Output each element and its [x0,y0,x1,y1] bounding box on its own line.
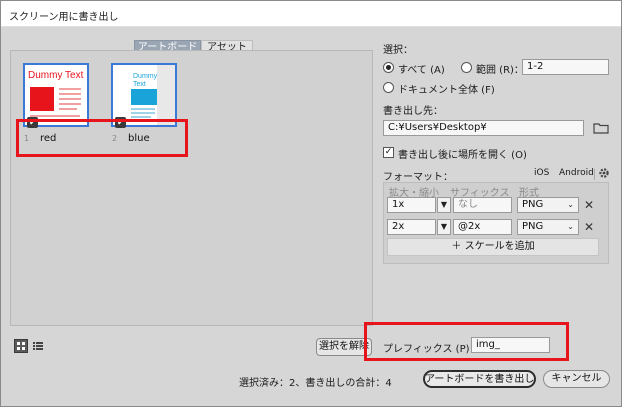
folder-icon[interactable] [593,122,609,134]
export-path-input[interactable]: C:¥Users¥Desktop¥ [383,120,584,136]
window-title: スクリーン用に書き出し [9,12,119,23]
format-select[interactable]: PNG ⌄ [517,197,579,213]
blue-artboard-preview: Dummy Text [113,65,175,125]
open-after-export-label[interactable]: 書き出し後に場所を開く (O) [398,146,527,161]
prefix-input[interactable]: img_ [471,337,550,353]
chevron-down-icon: ⌄ [567,200,574,209]
chevron-down-icon: ⌄ [567,222,574,231]
title-bar: スクリーン用に書き出し [1,1,621,27]
grid-view-icon[interactable] [14,339,28,353]
thumb-heading-line2: Text [133,81,146,88]
highlight-box-artboard-names [16,119,188,157]
radio-all[interactable] [383,62,394,73]
format-select-value: PNG [522,221,544,232]
radio-whole-document[interactable] [383,82,394,93]
scale-dropdown-icon[interactable]: ▼ [437,219,451,235]
gear-icon[interactable] [598,167,610,179]
prefix-label: プレフィックス (P)： [383,344,480,355]
export-for-screens-dialog: スクリーン用に書き出し アートボード アセット Dummy Text ✔ 1 r… [0,0,622,407]
list-view-icon[interactable] [31,339,45,353]
export-status: 選択済み：2、書き出しの合計：4 [239,378,392,389]
thumb-heading: Dummy Text [28,70,84,81]
export-artboards-button[interactable]: アートボードを書き出し [423,370,536,388]
radio-range[interactable] [461,62,472,73]
cancel-button[interactable]: キャンセル [543,370,610,388]
add-scale-button[interactable]: ＋ スケールを追加 [387,238,599,256]
ios-preset[interactable]: iOS [534,168,549,178]
divider [594,169,595,180]
selection-heading: 選択： [383,45,413,56]
radio-whole-document-label[interactable]: ドキュメント全体 (F) [398,81,495,96]
thumb-heading-line1: Dummy [133,73,158,80]
remove-scale-icon[interactable]: ✕ [584,198,594,212]
suffix-input[interactable]: なし [453,197,512,213]
format-select-value: PNG [522,199,544,210]
suffix-input[interactable]: @2x [453,219,512,235]
export-to-heading: 書き出し先： [383,106,443,117]
remove-scale-icon[interactable]: ✕ [584,220,594,234]
android-preset[interactable]: Android [559,168,594,178]
radio-range-label[interactable]: 範囲 (R)： [476,61,524,76]
format-heading: フォーマット： [383,172,453,183]
format-select[interactable]: PNG ⌄ [517,219,579,235]
range-input[interactable]: 1-2 [522,59,609,75]
scale-input[interactable]: 2x [387,219,436,235]
radio-all-label[interactable]: すべて (A) [398,61,445,76]
open-after-export-checkbox[interactable]: ✓ [383,147,394,158]
red-artboard-preview: Dummy Text [25,65,87,125]
scale-dropdown-icon[interactable]: ▼ [437,197,451,213]
scale-input[interactable]: 1x [387,197,436,213]
